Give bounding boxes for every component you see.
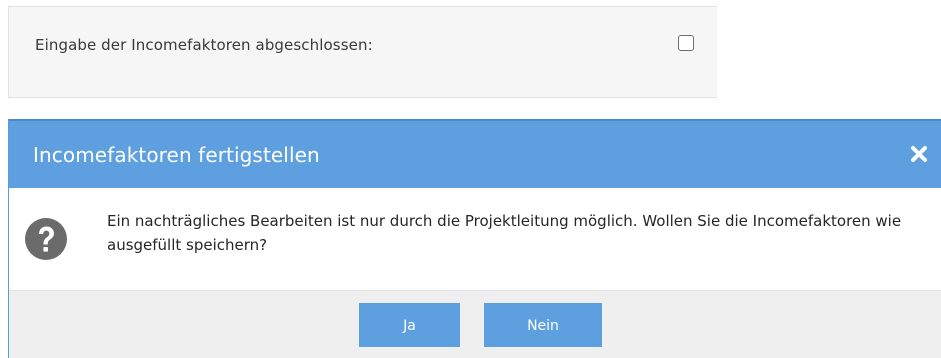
dialog-message: Ein nachträgliches Bearbeiten ist nur du… bbox=[107, 212, 902, 254]
dialog-body: Ein nachträgliches Bearbeiten ist nur du… bbox=[9, 188, 941, 290]
dialog-footer: Ja Nein bbox=[9, 290, 941, 358]
yes-button[interactable]: Ja bbox=[359, 303, 460, 347]
dialog-title: Incomefaktoren fertigstellen bbox=[33, 143, 320, 167]
question-icon bbox=[24, 217, 68, 261]
close-icon[interactable] bbox=[909, 144, 929, 164]
form-panel: Eingabe der Incomefaktoren abgeschlossen… bbox=[8, 6, 717, 98]
dialog-header: Incomefaktoren fertigstellen bbox=[9, 119, 941, 188]
no-button[interactable]: Nein bbox=[484, 303, 602, 347]
screen: Eingabe der Incomefaktoren abgeschlossen… bbox=[0, 0, 941, 358]
completion-checkbox[interactable] bbox=[678, 35, 694, 51]
confirm-dialog: Incomefaktoren fertigstellen Ein nachträ… bbox=[8, 119, 941, 358]
completion-label: Eingabe der Incomefaktoren abgeschlossen… bbox=[35, 36, 373, 54]
